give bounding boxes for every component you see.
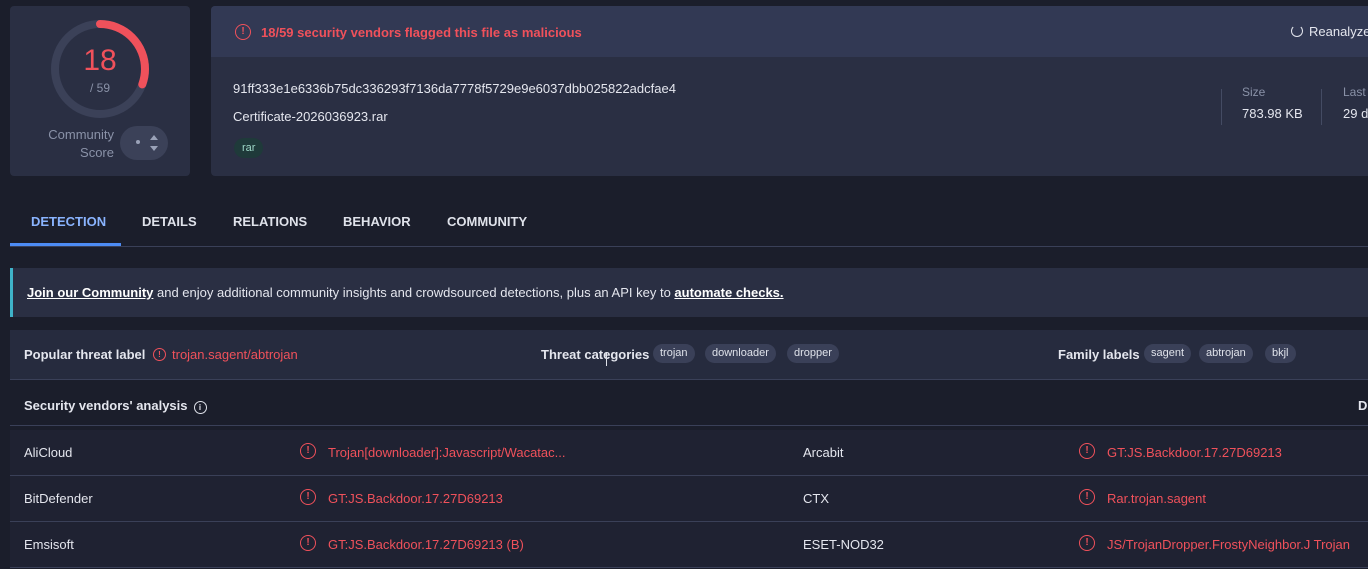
vendor-result: Rar.trojan.sagent xyxy=(1107,491,1207,506)
alert-icon: ! xyxy=(235,24,251,40)
table-row: Emsisoft ! GT:JS.Backdoor.17.27D69213 (B… xyxy=(10,522,1368,568)
family-label-chip[interactable]: bkjl xyxy=(1265,344,1296,363)
vendor-name: CTX xyxy=(803,491,829,506)
tab-details[interactable]: DETAILS xyxy=(142,214,197,229)
last-analysis-value: 29 d xyxy=(1343,106,1368,121)
vendor-name: BitDefender xyxy=(24,491,93,506)
meta-divider xyxy=(1221,89,1222,125)
family-label-chip[interactable]: abtrojan xyxy=(1199,344,1253,363)
vendors-analysis-title: Security vendors' analysis i xyxy=(24,398,207,414)
reanalyze-button[interactable]: Reanalyze xyxy=(1291,24,1368,39)
threat-categories-label: Threat categories xyxy=(541,347,650,362)
threat-category-chip[interactable]: downloader xyxy=(705,344,776,363)
join-community-link[interactable]: Join our Community xyxy=(27,285,153,300)
refresh-icon xyxy=(1291,25,1303,37)
vendor-result: Trojan[downloader]:Javascript/Wacatac... xyxy=(328,445,566,460)
vendor-name: AliCloud xyxy=(24,445,73,460)
vendors-analysis-header: Security vendors' analysis i D xyxy=(10,387,1368,426)
community-vote-widget[interactable] xyxy=(120,126,168,160)
vendor-name: Arcabit xyxy=(803,445,844,460)
alert-icon: ! xyxy=(1079,535,1095,551)
tab-behavior[interactable]: BEHAVIOR xyxy=(343,214,411,229)
family-label-chip[interactable]: sagent xyxy=(1144,344,1192,363)
vendor-name: ESET-NOD32 xyxy=(803,537,884,552)
threat-category-chip[interactable]: dropper xyxy=(787,344,839,363)
vote-up-icon[interactable] xyxy=(150,135,158,140)
info-icon[interactable]: i xyxy=(193,401,207,414)
malicious-banner-text: 18/59 security vendors flagged this file… xyxy=(261,25,582,40)
threat-category-chip[interactable]: trojan xyxy=(653,344,695,363)
vendor-result: GT:JS.Backdoor.17.27D69213 (B) xyxy=(328,537,524,552)
table-row: BitDefender ! GT:JS.Backdoor.17.27D69213… xyxy=(10,476,1368,522)
vendors-analysis-title-text: Security vendors' analysis xyxy=(24,398,188,413)
size-label: Size xyxy=(1242,85,1266,99)
file-hash: 91ff333e1e6336b75dc336293f7136da7778f572… xyxy=(233,81,676,96)
alert-icon: ! xyxy=(1079,489,1095,505)
file-info-card: ! 18/59 security vendors flagged this fi… xyxy=(211,6,1368,176)
vote-down-icon[interactable] xyxy=(150,146,158,151)
tab-community[interactable]: COMMUNITY xyxy=(447,214,527,229)
size-value: 783.98 KB xyxy=(1242,106,1303,121)
alert-icon: ! xyxy=(300,535,316,551)
alert-icon: ! xyxy=(300,489,316,505)
threat-summary-row: Popular threat label ! trojan.sagent/abt… xyxy=(10,330,1368,380)
popular-threat-value[interactable]: trojan.sagent/abtrojan xyxy=(172,347,298,362)
tab-relations[interactable]: RELATIONS xyxy=(233,214,307,229)
meta-divider xyxy=(1321,89,1322,125)
text-cursor-icon xyxy=(606,352,607,366)
family-labels-label: Family labels xyxy=(1058,347,1140,362)
detection-total: / 59 xyxy=(89,81,110,95)
community-banner-middle: and enjoy additional community insights … xyxy=(153,285,675,300)
vote-dot-icon xyxy=(136,140,140,144)
last-analysis-label: Last xyxy=(1343,85,1366,99)
vendors-header-right[interactable]: D xyxy=(1358,398,1367,413)
malicious-banner: ! 18/59 security vendors flagged this fi… xyxy=(211,6,1368,57)
table-row: AliCloud ! Trojan[downloader]:Javascript… xyxy=(10,430,1368,476)
community-score-label: Community Score xyxy=(48,127,114,160)
popular-threat-label: Popular threat label xyxy=(24,347,146,362)
alert-icon: ! xyxy=(300,443,316,459)
tab-detection[interactable]: DETECTION xyxy=(31,214,106,229)
community-banner: Join our Community and enjoy additional … xyxy=(10,268,1368,317)
active-tab-indicator xyxy=(10,243,121,246)
community-score-card: 18 / 59 Community Score xyxy=(10,6,190,176)
vendor-name: Emsisoft xyxy=(24,537,74,552)
vendor-result: GT:JS.Backdoor.17.27D69213 xyxy=(1107,445,1282,460)
automate-checks-link[interactable]: automate checks. xyxy=(674,285,783,300)
file-name: Certificate-2026036923.rar xyxy=(233,109,388,124)
tab-bar: DETECTION DETAILS RELATIONS BEHAVIOR COM… xyxy=(10,196,1368,247)
vendor-result: GT:JS.Backdoor.17.27D69213 xyxy=(328,491,503,506)
detection-count: 18 xyxy=(83,44,117,77)
reanalyze-label: Reanalyze xyxy=(1309,24,1368,39)
vendor-result: JS/TrojanDropper.FrostyNeighbor.J Trojan xyxy=(1107,537,1351,552)
community-banner-text: Join our Community and enjoy additional … xyxy=(27,285,784,300)
alert-icon: ! xyxy=(1079,443,1095,459)
file-type-tag[interactable]: rar xyxy=(234,138,264,158)
alert-icon: ! xyxy=(153,348,166,361)
